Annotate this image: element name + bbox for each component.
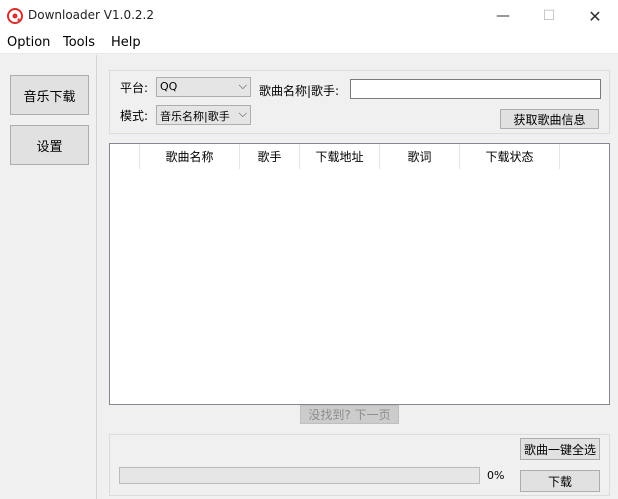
column-header-download-url[interactable]: 下载地址 xyxy=(300,144,380,169)
download-button[interactable]: 下载 xyxy=(520,470,600,492)
window-title: Downloader V1.0.2.2 xyxy=(28,8,154,22)
minimize-button[interactable]: — xyxy=(480,0,526,32)
menu-option[interactable]: Option xyxy=(7,35,50,50)
mode-select-value: 音乐名称|歌手 xyxy=(160,110,230,123)
song-list[interactable] xyxy=(109,143,610,405)
column-header-song-name[interactable]: 歌曲名称 xyxy=(140,144,240,169)
column-header-lyrics[interactable]: 歌词 xyxy=(380,144,460,169)
mode-select[interactable]: 音乐名称|歌手 ⌵ xyxy=(156,105,251,125)
left-nav-panel xyxy=(0,55,97,499)
platform-select-value: QQ xyxy=(160,80,178,93)
settings-button[interactable]: 设置 xyxy=(10,125,89,165)
music-disc-icon xyxy=(7,8,23,24)
progress-percent: 0% xyxy=(487,469,505,482)
fetch-song-info-button[interactable]: 获取歌曲信息 xyxy=(500,109,599,129)
song-artist-input[interactable] xyxy=(350,79,601,99)
menu-help[interactable]: Help xyxy=(111,35,141,50)
platform-label: 平台: xyxy=(120,81,149,95)
chevron-down-icon: ⌵ xyxy=(238,107,247,120)
close-button[interactable]: ✕ xyxy=(572,0,618,32)
next-page-button[interactable]: 没找到? 下一页 xyxy=(300,405,399,424)
menu-tools[interactable]: Tools xyxy=(63,35,95,50)
progress-bar xyxy=(119,467,480,484)
music-download-button[interactable]: 音乐下载 xyxy=(10,75,89,115)
song-artist-label: 歌曲名称|歌手: xyxy=(259,84,340,98)
column-header-download-status[interactable]: 下载状态 xyxy=(460,144,560,169)
column-header-artist[interactable]: 歌手 xyxy=(240,144,300,169)
chevron-down-icon: ⌵ xyxy=(238,79,247,92)
mode-label: 模式: xyxy=(120,109,149,123)
column-header-index[interactable] xyxy=(110,144,140,169)
platform-select[interactable]: QQ ⌵ xyxy=(156,77,251,97)
maximize-button[interactable]: ☐ xyxy=(526,0,572,32)
select-all-button[interactable]: 歌曲一键全选 xyxy=(520,438,600,460)
